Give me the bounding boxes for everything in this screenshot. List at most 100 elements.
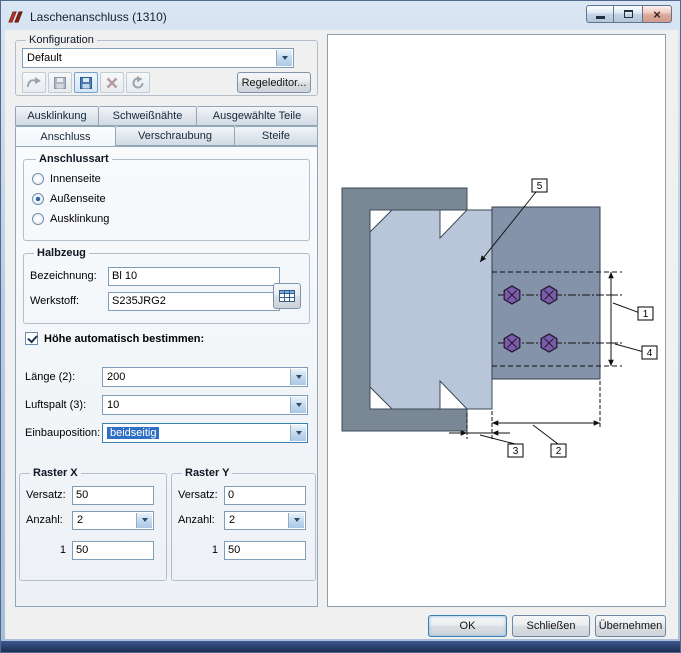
titlebar[interactable]: Laschenanschluss (1310) × (1, 1, 680, 30)
minimize-button[interactable] (586, 5, 614, 23)
save-config-icon (52, 75, 68, 91)
raster-x-anzahl-value: 2 (77, 514, 83, 526)
konfiguration-dropdown-button[interactable] (276, 50, 292, 66)
raster-y-versatz-label: Versatz: (178, 489, 224, 501)
werkstoff-row: Werkstoff: (30, 291, 303, 311)
raster-y-anzahl-select[interactable]: 2 (224, 511, 306, 530)
bolt (541, 334, 557, 352)
radio-row-innenseite: Innenseite (32, 170, 301, 188)
anschluss-tab-page: Anschlussart Innenseite Außenseite Auskl… (15, 146, 318, 607)
reload-config-icon (130, 75, 146, 91)
drawing-label-5: 5 (537, 181, 543, 192)
raster-x-row-1: 1 (26, 540, 160, 560)
raster-x-row-1-label: 1 (26, 544, 72, 556)
halbzeug-group: Halbzeug Bezeichnung: Werkstoff: (23, 247, 310, 324)
luftspalt-row: Luftspalt (3): 10 (25, 395, 308, 415)
laenge-row: Länge (2): 200 (25, 367, 308, 387)
konfiguration-select[interactable]: Default (22, 48, 294, 68)
drawing-label-4: 4 (647, 348, 653, 359)
radio-aussenseite-label: Außenseite (50, 193, 106, 205)
raster-y-row-1: 1 (178, 540, 309, 560)
bezeichnung-input[interactable] (108, 267, 280, 286)
raster-x-anzahl-dropdown-button[interactable] (136, 513, 152, 528)
catalog-table-icon (278, 288, 296, 304)
window-controls: × (586, 5, 672, 23)
raster-x-versatz-row: Versatz: (26, 485, 160, 505)
raster-y-versatz-input[interactable] (224, 486, 306, 505)
konfiguration-toolbar: Regeleditor... (22, 72, 311, 93)
raster-x-anzahl-label: Anzahl: (26, 514, 72, 526)
hoehe-auto-checkbox[interactable] (25, 332, 38, 345)
delete-config-icon (104, 75, 120, 91)
laenge-select[interactable]: 200 (102, 367, 308, 387)
konfiguration-selected-value: Default (27, 52, 62, 64)
bolt (504, 334, 520, 352)
chevron-down-icon (282, 56, 288, 60)
raster-y-legend: Raster Y (182, 467, 232, 479)
luftspalt-value: 10 (107, 399, 119, 411)
bolt (541, 286, 557, 304)
raster-y-row-1-label: 1 (178, 544, 224, 556)
tab-anschluss[interactable]: Anschluss (15, 126, 116, 147)
luftspalt-select[interactable]: 10 (102, 395, 308, 415)
preview-drawing-area: 5 1 4 3 2 (327, 34, 666, 607)
radio-ausklinkung[interactable] (32, 213, 44, 225)
delete-config-button[interactable] (100, 72, 124, 93)
dialog-window: Laschenanschluss (1310) × Konfiguration … (0, 0, 681, 653)
save-config-as-button[interactable] (74, 72, 98, 93)
drawing-label-1: 1 (643, 309, 649, 320)
konfiguration-legend: Konfiguration (26, 34, 97, 46)
tab-row-front: Anschluss Verschraubung Steife (15, 126, 318, 146)
chevron-down-icon (296, 375, 302, 379)
tab-verschraubung[interactable]: Verschraubung (116, 126, 235, 146)
raster-y-anzahl-value: 2 (229, 514, 235, 526)
werkstoff-input[interactable] (108, 292, 280, 311)
ok-button[interactable]: OK (428, 615, 507, 637)
hoehe-auto-label: Höhe automatisch bestimmen: (44, 333, 204, 345)
close-button[interactable]: × (642, 5, 672, 23)
tab-steife[interactable]: Steife (235, 126, 318, 146)
raster-y-anzahl-dropdown-button[interactable] (288, 513, 304, 528)
raster-x-row-1-input[interactable] (72, 541, 154, 560)
radio-innenseite[interactable] (32, 173, 44, 185)
laenge-value: 200 (107, 371, 125, 383)
maximize-button[interactable] (614, 5, 642, 23)
laenge-label: Länge (2): (25, 371, 102, 383)
schliessen-button[interactable]: Schließen (512, 615, 590, 637)
uebernehmen-button[interactable]: Übernehmen (595, 615, 666, 637)
anschlussart-group: Anschlussart Innenseite Außenseite Auskl… (23, 153, 310, 241)
save-config-button[interactable] (48, 72, 72, 93)
raster-y-row-1-input[interactable] (224, 541, 306, 560)
einbauposition-value: beidseitig (107, 427, 159, 439)
einbauposition-select[interactable]: beidseitig (102, 423, 308, 443)
dialog-footer: OK Schließen Übernehmen (428, 615, 666, 637)
einbauposition-row: Einbauposition: beidseitig (25, 423, 308, 443)
raster-x-versatz-label: Versatz: (26, 489, 72, 501)
laenge-dropdown-button[interactable] (290, 369, 306, 385)
tab-ausklinkung[interactable]: Ausklinkung (15, 106, 99, 126)
radio-ausklinkung-label: Ausklinkung (50, 213, 109, 225)
halbzeug-legend: Halbzeug (34, 247, 89, 259)
leader-line (615, 344, 644, 352)
apply-config-button[interactable] (22, 72, 46, 93)
catalog-browse-button[interactable] (273, 283, 301, 309)
raster-x-anzahl-select[interactable]: 2 (72, 511, 154, 530)
raster-y-group: Raster Y Versatz: Anzahl: 2 1 (171, 467, 316, 581)
tab-strip: Ausklinkung Schweißnähte Ausgewählte Tei… (15, 106, 318, 146)
tab-ausgewaehlte-teile[interactable]: Ausgewählte Teile (197, 106, 318, 126)
regeleditor-button[interactable]: Regeleditor... (237, 72, 311, 93)
raster-y-anzahl-label: Anzahl: (178, 514, 224, 526)
konfiguration-group: Konfiguration Default (15, 34, 318, 96)
chevron-down-icon (296, 431, 302, 435)
tab-schweissnaehte[interactable]: Schweißnähte (99, 106, 197, 126)
einbauposition-dropdown-button[interactable] (290, 425, 306, 441)
raster-x-versatz-input[interactable] (72, 486, 154, 505)
hoehe-auto-row: Höhe automatisch bestimmen: (25, 332, 204, 345)
drawing-label-2: 2 (556, 446, 562, 457)
radio-aussenseite[interactable] (32, 193, 44, 205)
luftspalt-dropdown-button[interactable] (290, 397, 306, 413)
leader-line (613, 303, 640, 313)
dialog-content: Konfiguration Default (5, 30, 678, 639)
reload-config-button[interactable] (126, 72, 150, 93)
radio-row-aussenseite: Außenseite (32, 190, 301, 208)
